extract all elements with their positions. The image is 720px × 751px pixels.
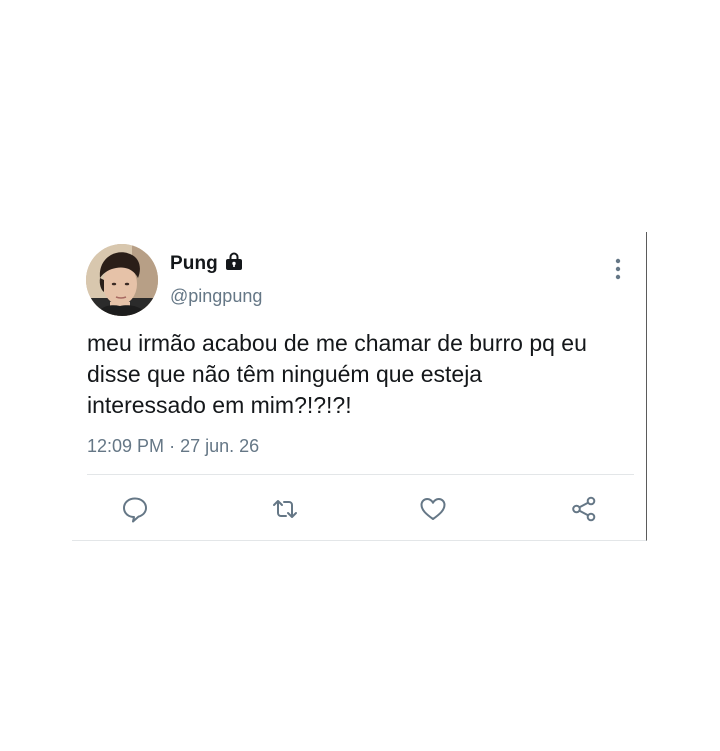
retweet-button[interactable] <box>270 494 300 524</box>
divider <box>87 474 634 475</box>
avatar[interactable] <box>86 244 158 316</box>
reply-icon <box>123 497 147 523</box>
reply-button[interactable] <box>120 494 150 524</box>
tweet-date: 27 jun. 26 <box>180 436 260 456</box>
share-button[interactable] <box>569 494 599 524</box>
like-button[interactable] <box>418 494 448 524</box>
tweet-text: meu irmão acabou de me chamar de burro p… <box>87 330 587 418</box>
display-name[interactable]: Pung <box>170 253 218 275</box>
timestamp-separator: · <box>169 436 176 456</box>
lock-icon <box>224 251 244 271</box>
heart-icon <box>420 498 446 520</box>
more-vertical-icon <box>615 258 621 280</box>
tweet-card[interactable]: Pung @pingpung meu irmão acabou de me ch… <box>72 232 647 541</box>
more-options-button[interactable] <box>608 256 628 282</box>
tweet-time: 12:09 PM <box>87 436 165 456</box>
share-icon <box>572 496 596 522</box>
timestamp[interactable]: 12:09 PM · 27 jun. 26 <box>87 436 259 457</box>
user-handle[interactable]: @pingpung <box>170 286 262 307</box>
retweet-icon <box>273 500 297 518</box>
